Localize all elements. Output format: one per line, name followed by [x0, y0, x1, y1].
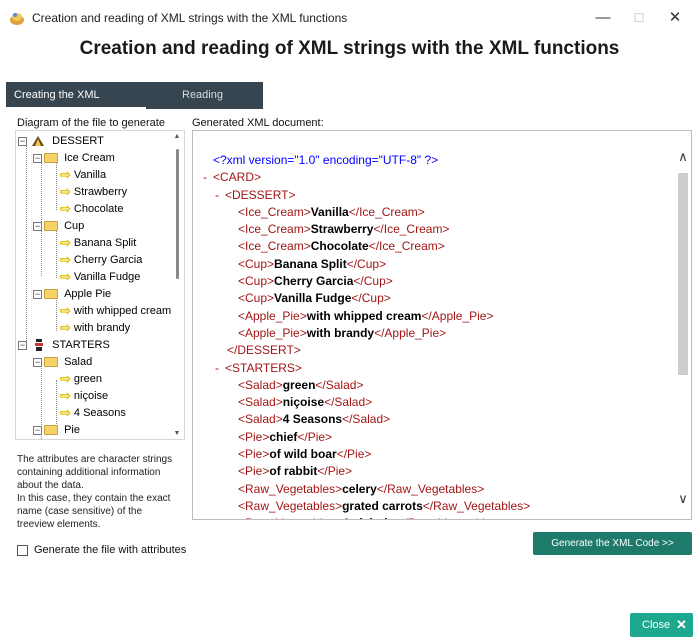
- arrow-right-icon: ⇨: [60, 167, 71, 183]
- scroll-down-icon[interactable]: ▼: [172, 430, 182, 437]
- xml-line: </DESSERT>: [227, 343, 301, 358]
- xml-line: <Salad>niçoise</Salad>: [238, 395, 373, 410]
- xml-line: <Apple_Pie>with whipped cream</Apple_Pie…: [238, 308, 494, 323]
- tree-item-whipped-cream[interactable]: ⇨ with whipped cream: [60, 303, 171, 319]
- xml-line: - <CARD>: [203, 170, 262, 185]
- tree-label: Diagram of the file to generate: [17, 117, 165, 129]
- tree-item-nicoise[interactable]: ⇨ niçoise: [60, 388, 108, 404]
- xml-line: <Ice_Cream>Chocolate</Ice_Cream>: [238, 239, 445, 254]
- xml-scroll-thumb[interactable]: [678, 173, 688, 375]
- tree-item-salad[interactable]: − Salad: [33, 354, 92, 370]
- tree-item-cherry-garcia[interactable]: ⇨ Cherry Garcia: [60, 252, 142, 268]
- xml-line: <Pie>of rabbit</Pie>: [238, 464, 353, 479]
- arrow-right-icon: ⇨: [60, 184, 71, 200]
- collapse-icon[interactable]: −: [18, 136, 27, 146]
- xml-line: <Pie>chief</Pie>: [238, 429, 333, 444]
- page-heading: Creation and reading of XML strings with…: [79, 38, 620, 59]
- arrow-right-icon: ⇨: [60, 235, 71, 251]
- window-close-button[interactable]: ✕: [660, 6, 690, 30]
- starters-icon: [35, 339, 44, 352]
- xml-line: <Ice_Cream>Strawberry</Ice_Cream>: [238, 222, 450, 237]
- arrow-right-icon: ⇨: [60, 269, 71, 285]
- collapse-icon[interactable]: −: [33, 289, 42, 299]
- attributes-checkbox-label: Generate the file with attributes: [34, 544, 187, 556]
- tree-item-vanilla[interactable]: ⇨ Vanilla: [60, 167, 106, 183]
- xml-line: <Apple_Pie>with brandy</Apple_Pie>: [238, 325, 447, 340]
- title-bar: Creation and reading of XML strings with…: [0, 0, 699, 36]
- folder-icon: [44, 357, 58, 368]
- tree-item-strawberry[interactable]: ⇨ Strawberry: [60, 184, 127, 200]
- tree-item-starters[interactable]: − STARTERS: [18, 337, 110, 353]
- tree-item-brandy[interactable]: ⇨ with brandy: [60, 320, 130, 336]
- collapse-icon[interactable]: -: [215, 188, 219, 202]
- arrow-right-icon: ⇨: [60, 320, 71, 336]
- collapse-icon[interactable]: −: [18, 340, 27, 350]
- tab-reading[interactable]: Reading: [182, 82, 262, 109]
- xml-line: <Raw_Vegetables>celery</Raw_Vegetables>: [238, 481, 485, 496]
- dessert-icon: [32, 136, 45, 147]
- tree-item-vanilla-fudge[interactable]: ⇨ Vanilla Fudge: [60, 269, 140, 285]
- collapse-icon[interactable]: −: [33, 357, 42, 367]
- app-icon: [10, 13, 24, 25]
- xml-scrollbar[interactable]: ∧ ∨: [675, 131, 691, 519]
- tree-item-apple-pie[interactable]: − Apple Pie: [33, 286, 111, 302]
- xml-line: <Pie>of wild boar</Pie>: [238, 447, 372, 462]
- xml-line: <Ice_Cream>Vanilla</Ice_Cream>: [238, 204, 425, 219]
- folder-icon: [44, 425, 58, 436]
- tree-item-4-seasons[interactable]: ⇨ 4 Seasons: [60, 405, 126, 421]
- xml-line: <Raw_Vegetables>Artichoke</Raw_Vegetable…: [203, 515, 673, 519]
- xml-viewer[interactable]: <?xml version="1.0" encoding="UTF-8" ?> …: [192, 130, 692, 520]
- scroll-down-icon[interactable]: ∨: [676, 491, 690, 507]
- xml-line: <Cup>Banana Split</Cup>: [238, 256, 387, 271]
- folder-icon: [44, 153, 58, 164]
- xml-content: <?xml version="1.0" encoding="UTF-8" ?> …: [203, 152, 673, 519]
- tree-item-ice-cream[interactable]: − Ice Cream: [33, 150, 115, 166]
- tree-item-dessert[interactable]: − DESSERT: [18, 133, 104, 149]
- attributes-description: The attributes are character strings con…: [17, 454, 173, 530]
- close-button[interactable]: Close ✕: [630, 613, 693, 637]
- tab-creating[interactable]: Creating the XML document: [6, 82, 146, 128]
- arrow-right-icon: ⇨: [60, 303, 71, 319]
- arrow-right-icon: ⇨: [60, 201, 71, 217]
- collapse-icon[interactable]: -: [215, 361, 219, 375]
- arrow-right-icon: ⇨: [60, 371, 71, 387]
- xml-declaration: <?xml version="1.0" encoding="UTF-8" ?>: [213, 153, 439, 167]
- xml-line: <Cup>Vanilla Fudge</Cup>: [238, 291, 391, 306]
- window-title: Creation and reading of XML strings with…: [32, 11, 348, 25]
- tree-item-chocolate[interactable]: ⇨ Chocolate: [60, 201, 123, 217]
- collapse-icon[interactable]: -: [203, 170, 207, 184]
- xml-line: <Raw_Vegetables>grated carrots</Raw_Vege…: [238, 498, 531, 513]
- attributes-checkbox[interactable]: [17, 545, 28, 556]
- xml-line: <Salad>4 Seasons</Salad>: [238, 412, 391, 427]
- tree-item-green[interactable]: ⇨ green: [60, 371, 102, 387]
- collapse-icon[interactable]: −: [33, 153, 42, 163]
- collapse-icon[interactable]: −: [33, 425, 42, 435]
- arrow-right-icon: ⇨: [60, 252, 71, 268]
- tree-item-cup[interactable]: − Cup: [33, 218, 84, 234]
- arrow-right-icon: ⇨: [60, 405, 71, 421]
- collapse-icon[interactable]: −: [33, 221, 42, 231]
- xml-line: <Salad>green</Salad>: [238, 377, 364, 392]
- xml-line: - <DESSERT>: [215, 187, 296, 202]
- xml-line: <Cup>Cherry Garcia</Cup>: [238, 274, 393, 289]
- minimize-button[interactable]: —: [588, 6, 618, 30]
- tree-scroll-thumb[interactable]: [176, 149, 179, 279]
- arrow-right-icon: ⇨: [60, 388, 71, 404]
- scroll-up-icon[interactable]: ▲: [172, 133, 182, 140]
- xml-label: Generated XML document:: [192, 117, 324, 129]
- tree-item-banana-split[interactable]: ⇨ Banana Split: [60, 235, 136, 251]
- scroll-up-icon[interactable]: ∧: [676, 149, 690, 165]
- maximize-button[interactable]: ☐: [624, 6, 654, 30]
- tree-item-pie[interactable]: − Pie: [33, 422, 80, 438]
- generate-xml-button[interactable]: Generate the XML Code >>: [533, 532, 692, 555]
- treeview[interactable]: − DESSERT − Ice Cream ⇨ Vanilla ⇨ Strawber…: [15, 130, 185, 440]
- close-icon: ✕: [676, 617, 687, 632]
- folder-icon: [44, 289, 58, 300]
- folder-icon: [44, 221, 58, 232]
- xml-line: - <STARTERS>: [215, 360, 302, 375]
- tab-bar: Creating the XML document Reading: [6, 82, 263, 128]
